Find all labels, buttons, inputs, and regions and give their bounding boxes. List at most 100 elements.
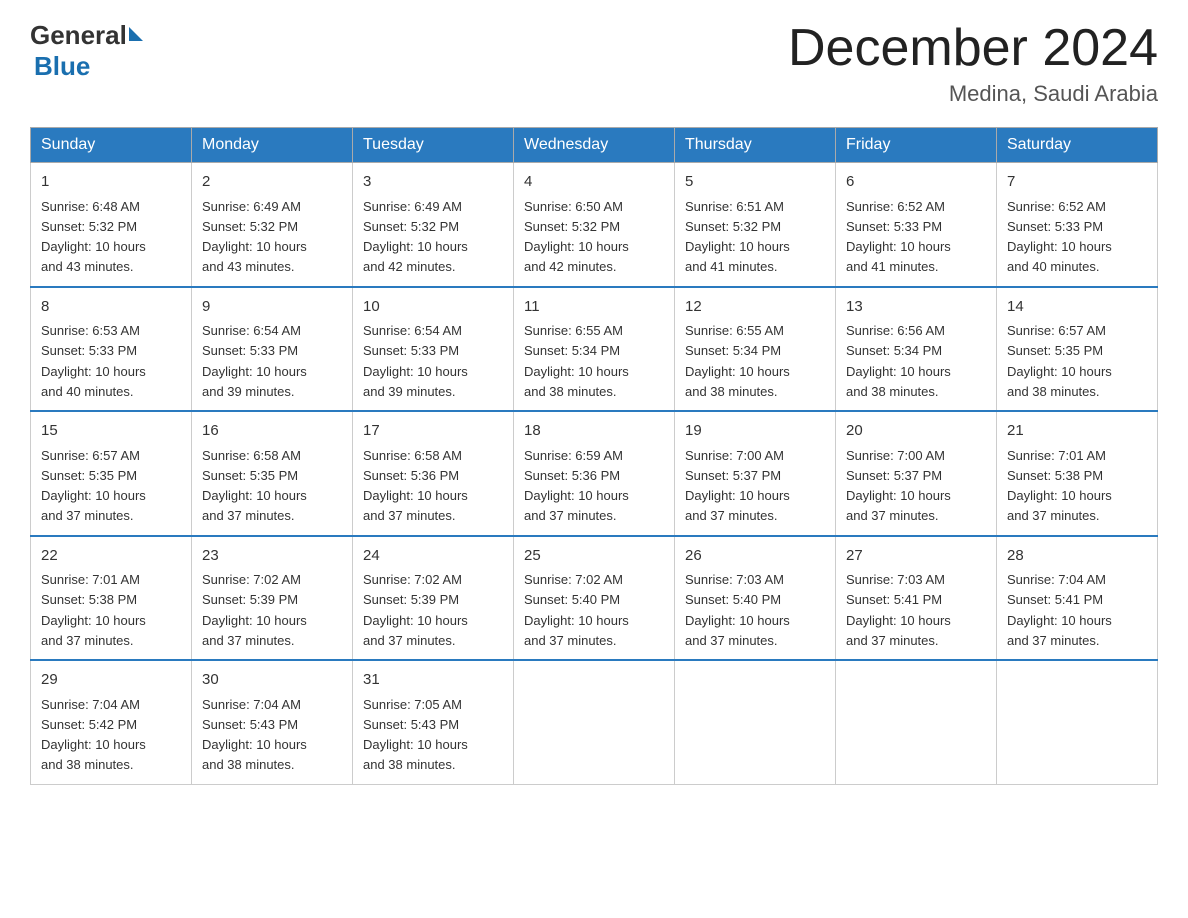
day-number: 9: [202, 296, 342, 319]
calendar-cell: 14 Sunrise: 6:57 AMSunset: 5:35 PMDaylig…: [997, 287, 1158, 412]
title-area: December 2024 Medina, Saudi Arabia: [788, 20, 1158, 107]
day-info: Sunrise: 7:01 AMSunset: 5:38 PMDaylight:…: [1007, 448, 1112, 524]
day-info: Sunrise: 7:02 AMSunset: 5:39 PMDaylight:…: [363, 572, 468, 648]
calendar-cell: [997, 660, 1158, 784]
day-info: Sunrise: 6:57 AMSunset: 5:35 PMDaylight:…: [1007, 323, 1112, 399]
day-number: 10: [363, 296, 503, 319]
day-number: 19: [685, 420, 825, 443]
day-number: 21: [1007, 420, 1147, 443]
day-number: 5: [685, 171, 825, 194]
day-number: 7: [1007, 171, 1147, 194]
day-number: 4: [524, 171, 664, 194]
day-info: Sunrise: 6:59 AMSunset: 5:36 PMDaylight:…: [524, 448, 629, 524]
day-info: Sunrise: 7:05 AMSunset: 5:43 PMDaylight:…: [363, 697, 468, 773]
day-info: Sunrise: 6:52 AMSunset: 5:33 PMDaylight:…: [846, 199, 951, 275]
calendar-cell: 12 Sunrise: 6:55 AMSunset: 5:34 PMDaylig…: [675, 287, 836, 412]
day-number: 26: [685, 545, 825, 568]
day-info: Sunrise: 7:04 AMSunset: 5:43 PMDaylight:…: [202, 697, 307, 773]
day-info: Sunrise: 7:02 AMSunset: 5:40 PMDaylight:…: [524, 572, 629, 648]
day-number: 22: [41, 545, 181, 568]
day-number: 13: [846, 296, 986, 319]
day-info: Sunrise: 6:50 AMSunset: 5:32 PMDaylight:…: [524, 199, 629, 275]
calendar-cell: [675, 660, 836, 784]
day-info: Sunrise: 6:54 AMSunset: 5:33 PMDaylight:…: [202, 323, 307, 399]
day-info: Sunrise: 7:00 AMSunset: 5:37 PMDaylight:…: [846, 448, 951, 524]
day-number: 8: [41, 296, 181, 319]
day-info: Sunrise: 6:57 AMSunset: 5:35 PMDaylight:…: [41, 448, 146, 524]
day-number: 28: [1007, 545, 1147, 568]
day-info: Sunrise: 6:54 AMSunset: 5:33 PMDaylight:…: [363, 323, 468, 399]
day-info: Sunrise: 6:53 AMSunset: 5:33 PMDaylight:…: [41, 323, 146, 399]
day-number: 1: [41, 171, 181, 194]
calendar-cell: 1 Sunrise: 6:48 AMSunset: 5:32 PMDayligh…: [31, 163, 192, 287]
logo-blue-text: Blue: [34, 51, 90, 81]
day-number: 17: [363, 420, 503, 443]
location-subtitle: Medina, Saudi Arabia: [788, 81, 1158, 107]
calendar-cell: [514, 660, 675, 784]
calendar-cell: 27 Sunrise: 7:03 AMSunset: 5:41 PMDaylig…: [836, 536, 997, 661]
calendar-cell: 23 Sunrise: 7:02 AMSunset: 5:39 PMDaylig…: [192, 536, 353, 661]
header-tuesday: Tuesday: [353, 128, 514, 163]
calendar-cell: 25 Sunrise: 7:02 AMSunset: 5:40 PMDaylig…: [514, 536, 675, 661]
calendar-cell: [836, 660, 997, 784]
day-number: 18: [524, 420, 664, 443]
calendar-cell: 31 Sunrise: 7:05 AMSunset: 5:43 PMDaylig…: [353, 660, 514, 784]
logo-general-text: General: [30, 20, 127, 51]
week-row-3: 15 Sunrise: 6:57 AMSunset: 5:35 PMDaylig…: [31, 411, 1158, 536]
calendar-cell: 21 Sunrise: 7:01 AMSunset: 5:38 PMDaylig…: [997, 411, 1158, 536]
day-info: Sunrise: 7:02 AMSunset: 5:39 PMDaylight:…: [202, 572, 307, 648]
calendar-cell: 17 Sunrise: 6:58 AMSunset: 5:36 PMDaylig…: [353, 411, 514, 536]
day-info: Sunrise: 7:04 AMSunset: 5:41 PMDaylight:…: [1007, 572, 1112, 648]
day-info: Sunrise: 7:01 AMSunset: 5:38 PMDaylight:…: [41, 572, 146, 648]
day-number: 31: [363, 669, 503, 692]
page-header: General Blue December 2024 Medina, Saudi…: [30, 20, 1158, 107]
day-info: Sunrise: 7:03 AMSunset: 5:40 PMDaylight:…: [685, 572, 790, 648]
day-info: Sunrise: 6:58 AMSunset: 5:35 PMDaylight:…: [202, 448, 307, 524]
calendar-cell: 8 Sunrise: 6:53 AMSunset: 5:33 PMDayligh…: [31, 287, 192, 412]
day-info: Sunrise: 6:48 AMSunset: 5:32 PMDaylight:…: [41, 199, 146, 275]
calendar-cell: 28 Sunrise: 7:04 AMSunset: 5:41 PMDaylig…: [997, 536, 1158, 661]
logo: General Blue: [30, 20, 143, 82]
header-saturday: Saturday: [997, 128, 1158, 163]
day-number: 25: [524, 545, 664, 568]
day-number: 27: [846, 545, 986, 568]
week-row-4: 22 Sunrise: 7:01 AMSunset: 5:38 PMDaylig…: [31, 536, 1158, 661]
weekday-header-row: SundayMondayTuesdayWednesdayThursdayFrid…: [31, 128, 1158, 163]
calendar-cell: 5 Sunrise: 6:51 AMSunset: 5:32 PMDayligh…: [675, 163, 836, 287]
day-info: Sunrise: 6:55 AMSunset: 5:34 PMDaylight:…: [685, 323, 790, 399]
day-info: Sunrise: 6:49 AMSunset: 5:32 PMDaylight:…: [202, 199, 307, 275]
day-number: 20: [846, 420, 986, 443]
calendar-cell: 30 Sunrise: 7:04 AMSunset: 5:43 PMDaylig…: [192, 660, 353, 784]
calendar-cell: 26 Sunrise: 7:03 AMSunset: 5:40 PMDaylig…: [675, 536, 836, 661]
day-number: 24: [363, 545, 503, 568]
day-info: Sunrise: 7:00 AMSunset: 5:37 PMDaylight:…: [685, 448, 790, 524]
day-number: 6: [846, 171, 986, 194]
day-number: 23: [202, 545, 342, 568]
day-info: Sunrise: 6:55 AMSunset: 5:34 PMDaylight:…: [524, 323, 629, 399]
header-wednesday: Wednesday: [514, 128, 675, 163]
calendar-cell: 9 Sunrise: 6:54 AMSunset: 5:33 PMDayligh…: [192, 287, 353, 412]
day-number: 15: [41, 420, 181, 443]
calendar-cell: 7 Sunrise: 6:52 AMSunset: 5:33 PMDayligh…: [997, 163, 1158, 287]
calendar-cell: 11 Sunrise: 6:55 AMSunset: 5:34 PMDaylig…: [514, 287, 675, 412]
day-info: Sunrise: 7:04 AMSunset: 5:42 PMDaylight:…: [41, 697, 146, 773]
day-info: Sunrise: 7:03 AMSunset: 5:41 PMDaylight:…: [846, 572, 951, 648]
day-number: 11: [524, 296, 664, 319]
day-number: 12: [685, 296, 825, 319]
calendar-cell: 2 Sunrise: 6:49 AMSunset: 5:32 PMDayligh…: [192, 163, 353, 287]
day-number: 29: [41, 669, 181, 692]
calendar-cell: 20 Sunrise: 7:00 AMSunset: 5:37 PMDaylig…: [836, 411, 997, 536]
day-info: Sunrise: 6:51 AMSunset: 5:32 PMDaylight:…: [685, 199, 790, 275]
week-row-1: 1 Sunrise: 6:48 AMSunset: 5:32 PMDayligh…: [31, 163, 1158, 287]
header-friday: Friday: [836, 128, 997, 163]
calendar-cell: 29 Sunrise: 7:04 AMSunset: 5:42 PMDaylig…: [31, 660, 192, 784]
calendar-cell: 15 Sunrise: 6:57 AMSunset: 5:35 PMDaylig…: [31, 411, 192, 536]
day-info: Sunrise: 6:49 AMSunset: 5:32 PMDaylight:…: [363, 199, 468, 275]
calendar-cell: 6 Sunrise: 6:52 AMSunset: 5:33 PMDayligh…: [836, 163, 997, 287]
day-number: 2: [202, 171, 342, 194]
calendar-cell: 16 Sunrise: 6:58 AMSunset: 5:35 PMDaylig…: [192, 411, 353, 536]
calendar-cell: 19 Sunrise: 7:00 AMSunset: 5:37 PMDaylig…: [675, 411, 836, 536]
day-number: 3: [363, 171, 503, 194]
day-number: 30: [202, 669, 342, 692]
logo-triangle-icon: [129, 27, 143, 41]
